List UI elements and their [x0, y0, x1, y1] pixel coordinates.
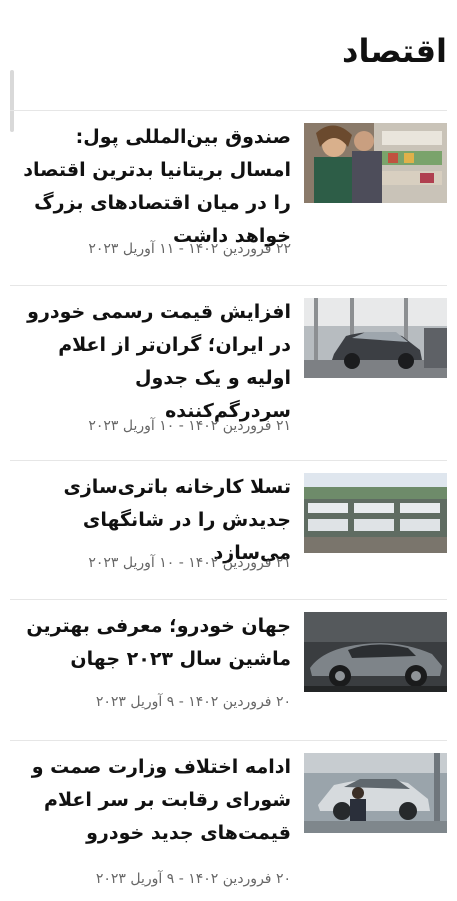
- article-headline[interactable]: صندوق بین‌المللی پول: امسال بریتانیا بدت…: [10, 121, 291, 253]
- section-title: اقتصاد: [342, 32, 447, 70]
- article-text: صندوق بین‌المللی پول: امسال بریتانیا بدت…: [10, 121, 291, 253]
- article-date: ۲۱ فروردین ۱۴۰۲ - ۱۰ آوریل ۲۰۲۳: [88, 418, 291, 434]
- grocery-shopping-photo[interactable]: [304, 123, 447, 203]
- article-date: ۲۱ فروردین ۱۴۰۲ - ۱۰ آوریل ۲۰۲۳: [88, 555, 291, 571]
- battery-factory-photo[interactable]: [304, 473, 447, 553]
- article-date: ۲۰ فروردین ۱۴۰۲ - ۹ آوریل ۲۰۲۳: [95, 871, 291, 887]
- article-text: افزایش قیمت رسمی خودرو در ایران؛ گران‌تر…: [10, 296, 291, 428]
- article-text: ادامه اختلاف وزارت صمت و شورای رقابت بر …: [10, 751, 291, 850]
- article-item[interactable]: تسلا کارخانه باتری‌سازی جدیدش را در شانگ…: [10, 461, 447, 600]
- article-date: ۲۲ فروردین ۱۴۰۲ - ۱۱ آوریل ۲۰۲۳: [88, 241, 291, 257]
- article-date: ۲۰ فروردین ۱۴۰۲ - ۹ آوریل ۲۰۲۳: [95, 694, 291, 710]
- article-item[interactable]: جهان خودرو؛ معرفی بهترین ماشین سال ۲۰۲۳ …: [10, 600, 447, 741]
- section-header: اقتصاد: [10, 30, 447, 132]
- article-headline[interactable]: ادامه اختلاف وزارت صمت و شورای رقابت بر …: [10, 751, 291, 850]
- article-item[interactable]: صندوق بین‌المللی پول: امسال بریتانیا بدت…: [10, 111, 447, 286]
- grey-car-photo[interactable]: [304, 612, 447, 692]
- car-factory-photo[interactable]: [304, 298, 447, 378]
- article-list: صندوق بین‌المللی پول: امسال بریتانیا بدت…: [10, 111, 447, 901]
- article-item[interactable]: افزایش قیمت رسمی خودرو در ایران؛ گران‌تر…: [10, 286, 447, 461]
- article-headline[interactable]: جهان خودرو؛ معرفی بهترین ماشین سال ۲۰۲۳ …: [10, 610, 291, 676]
- article-item[interactable]: ادامه اختلاف وزارت صمت و شورای رقابت بر …: [10, 741, 447, 901]
- article-headline[interactable]: افزایش قیمت رسمی خودرو در ایران؛ گران‌تر…: [10, 296, 291, 428]
- car-assembly-photo[interactable]: [304, 753, 447, 833]
- article-text: جهان خودرو؛ معرفی بهترین ماشین سال ۲۰۲۳ …: [10, 610, 291, 676]
